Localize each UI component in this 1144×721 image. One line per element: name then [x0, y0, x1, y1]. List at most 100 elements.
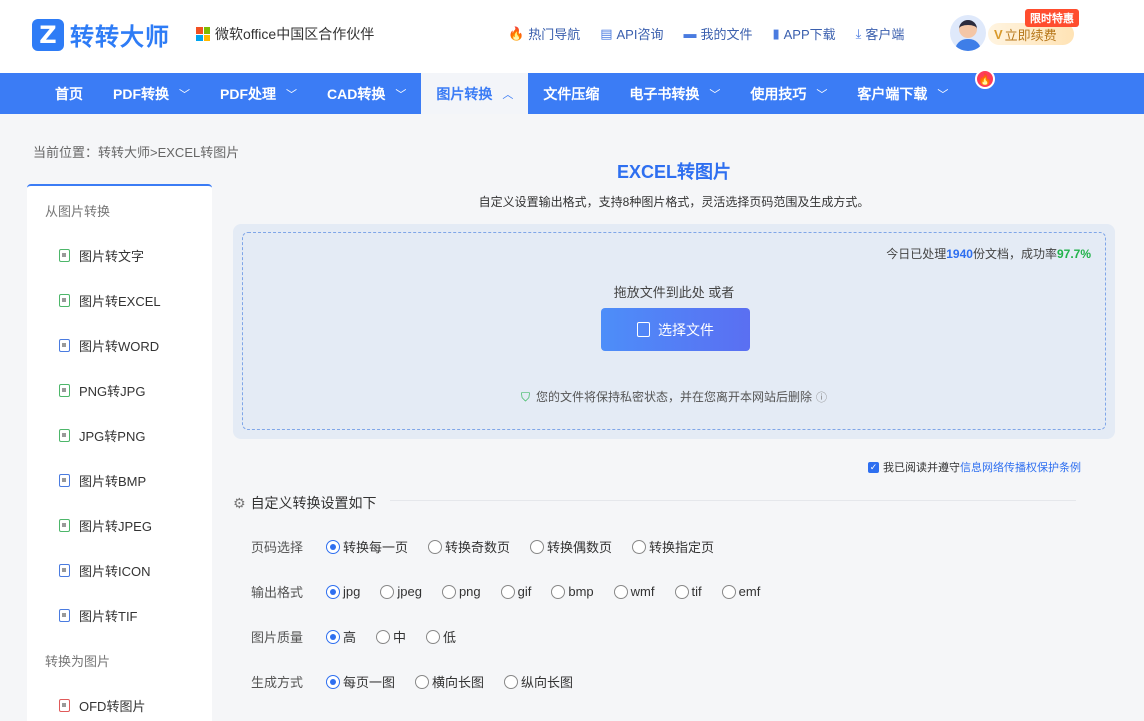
radio-option[interactable]: 转换每一页: [326, 537, 408, 556]
nav-item-7[interactable]: 使用技巧 ﹀: [735, 73, 842, 114]
sidebar-item[interactable]: 图片转ICON: [59, 561, 151, 580]
radio-option[interactable]: emf: [721, 584, 760, 599]
page-subtitle: 自定义设置输出格式，支持8种图片格式，灵活选择页码范围及生成方式。: [478, 195, 870, 209]
sidebar: 从图片转换 图片转文字 图片转EXCEL 图片转WORD PNG转JPG JPG转PNG 图…: [27, 184, 212, 721]
site-header: Z 转转大师 微软office中国区合作伙伴 🔥 热门导航 ▤ API咨询 ▬ 我的文件 ▮…: [0, 0, 1144, 73]
sidebar-item[interactable]: JPG转PNG: [59, 426, 145, 445]
radio-unchecked-icon[interactable]: [530, 539, 545, 554]
nav-item-3[interactable]: CAD转换 ﹀: [312, 73, 421, 114]
select-file-label: 选择文件: [658, 321, 714, 338]
radio-unchecked-icon[interactable]: [415, 674, 430, 689]
nav-item-4[interactable]: 图片转换 ︿: [421, 73, 529, 114]
renew-label: 立即续费: [1004, 27, 1057, 43]
radio-option[interactable]: jpeg: [380, 584, 422, 599]
top-link-label: 我的文件: [700, 27, 753, 42]
file-image-icon: [59, 609, 70, 622]
radio-option[interactable]: 中: [376, 627, 406, 646]
sidebar-item[interactable]: PNG转JPG: [59, 381, 145, 400]
user-avatar[interactable]: [950, 15, 986, 51]
nav-label: 使用技巧: [750, 85, 807, 102]
radio-option[interactable]: png: [441, 584, 481, 599]
radio-unchecked-icon[interactable]: [674, 584, 689, 599]
privacy-note: ⛉ 您的文件将保持私密状态，并在您离开本网站后删除 ⓘ: [243, 388, 1105, 405]
radio-unchecked-icon[interactable]: [500, 584, 515, 599]
vip-icon: V: [994, 26, 1003, 42]
sidebar-item-label: 图片转TIF: [79, 609, 138, 624]
radio-option[interactable]: 每页一图: [326, 672, 395, 691]
radio-checked-icon[interactable]: [326, 539, 340, 554]
settings-title: 自定义转换设置如下: [250, 495, 377, 511]
radio-label: 高: [343, 630, 357, 645]
top-link-3[interactable]: ▮ APP下载: [772, 24, 835, 43]
option-label: 输出格式: [251, 585, 304, 600]
nav-item-5[interactable]: 文件压缩: [528, 73, 614, 114]
chevron-down-icon: ﹀: [709, 88, 721, 101]
nav-label: CAD转换: [327, 85, 386, 102]
option-row: 图片质量 高 中 低: [251, 627, 476, 646]
top-link-2[interactable]: ▬ 我的文件: [683, 24, 752, 43]
radio-unchecked-icon[interactable]: [441, 584, 456, 599]
agree-link[interactable]: 信息网络传播权保护条例: [960, 459, 1081, 475]
nav-item-8[interactable]: 客户端下载 ﹀: [842, 73, 963, 114]
radio-unchecked-icon[interactable]: [632, 539, 647, 554]
upload-area[interactable]: 今日已处理1940份文档，成功率97.7% 拖放文件到此处 或者 选择文件 ⛉ 您…: [233, 224, 1115, 439]
radio-checked-icon[interactable]: [326, 629, 340, 644]
top-link-4[interactable]: ⤓ 客户端: [856, 24, 905, 43]
radio-option[interactable]: 低: [426, 627, 456, 646]
sidebar-item[interactable]: 图片转文字: [59, 246, 144, 265]
radio-option[interactable]: jpg: [326, 584, 360, 599]
file-image-icon: [59, 249, 70, 262]
nav-item-1[interactable]: PDF转换 ﹀: [98, 73, 205, 114]
radio-option[interactable]: 纵向长图: [504, 672, 573, 691]
radio-option[interactable]: gif: [500, 584, 531, 599]
partner-text: 微软office中国区合作伙伴: [215, 26, 375, 42]
radio-label: wmf: [630, 584, 655, 599]
radio-checked-icon[interactable]: [326, 584, 340, 599]
nav-label: PDF转换: [113, 85, 169, 102]
radio-unchecked-icon[interactable]: [721, 584, 736, 599]
radio-option[interactable]: 转换指定页: [632, 537, 714, 556]
radio-option[interactable]: 转换奇数页: [428, 537, 510, 556]
radio-unchecked-icon[interactable]: [428, 539, 443, 554]
radio-option[interactable]: wmf: [613, 584, 655, 599]
select-file-button[interactable]: 选择文件: [601, 308, 750, 351]
radio-option[interactable]: 横向长图: [415, 672, 484, 691]
logo-text: 转转大师: [70, 24, 170, 51]
sidebar-item[interactable]: 图片转EXCEL: [59, 291, 161, 310]
promo-badge: 限时特惠: [1025, 9, 1079, 27]
radio-option[interactable]: bmp: [551, 584, 594, 599]
sidebar-item[interactable]: 图片转WORD: [59, 336, 159, 355]
file-image-icon: [59, 474, 70, 487]
nav-item-2[interactable]: PDF处理 ﹀: [205, 73, 312, 114]
top-link-1[interactable]: ▤ API咨询: [600, 24, 663, 43]
nav-label: 首页: [55, 85, 83, 102]
chevron-down-icon: ﹀: [286, 88, 297, 101]
agree-checkbox[interactable]: ✓ 我已阅读并遵守 信息网络传播权保护条例: [868, 459, 1081, 475]
file-image-icon: [59, 339, 70, 352]
phone-icon: ▮: [772, 25, 780, 41]
radio-unchecked-icon[interactable]: [551, 584, 566, 599]
radio-option[interactable]: tif: [674, 584, 702, 599]
sidebar-item[interactable]: OFD转图片: [59, 696, 145, 715]
sidebar-item-label: 图片转ICON: [79, 564, 151, 579]
top-link-0[interactable]: 🔥 热门导航: [508, 24, 580, 43]
sidebar-item[interactable]: 图片转JPEG: [59, 516, 152, 535]
logo-mark-icon: Z: [32, 18, 64, 51]
nav-item-6[interactable]: 电子书转换 ﹀: [614, 73, 735, 114]
dropzone[interactable]: 今日已处理1940份文档，成功率97.7% 拖放文件到此处 或者 选择文件 ⛉ 您…: [242, 232, 1106, 430]
chevron-down-icon: ﹀: [395, 88, 407, 101]
sidebar-item[interactable]: 图片转TIF: [59, 606, 138, 625]
site-logo[interactable]: Z 转转大师: [32, 17, 170, 52]
radio-unchecked-icon[interactable]: [426, 629, 441, 644]
radio-unchecked-icon[interactable]: [613, 584, 628, 599]
radio-option[interactable]: 高: [326, 627, 356, 646]
radio-unchecked-icon[interactable]: [504, 674, 519, 689]
sidebar-item[interactable]: 图片转BMP: [59, 471, 146, 490]
nav-item-0[interactable]: 首页: [40, 73, 98, 114]
radio-unchecked-icon[interactable]: [376, 629, 391, 644]
radio-unchecked-icon[interactable]: [380, 584, 395, 599]
radio-checked-icon[interactable]: [326, 674, 340, 689]
radio-option[interactable]: 转换偶数页: [530, 537, 612, 556]
info-icon[interactable]: ⓘ: [816, 392, 827, 404]
checkbox-checked-icon[interactable]: ✓: [868, 461, 879, 473]
